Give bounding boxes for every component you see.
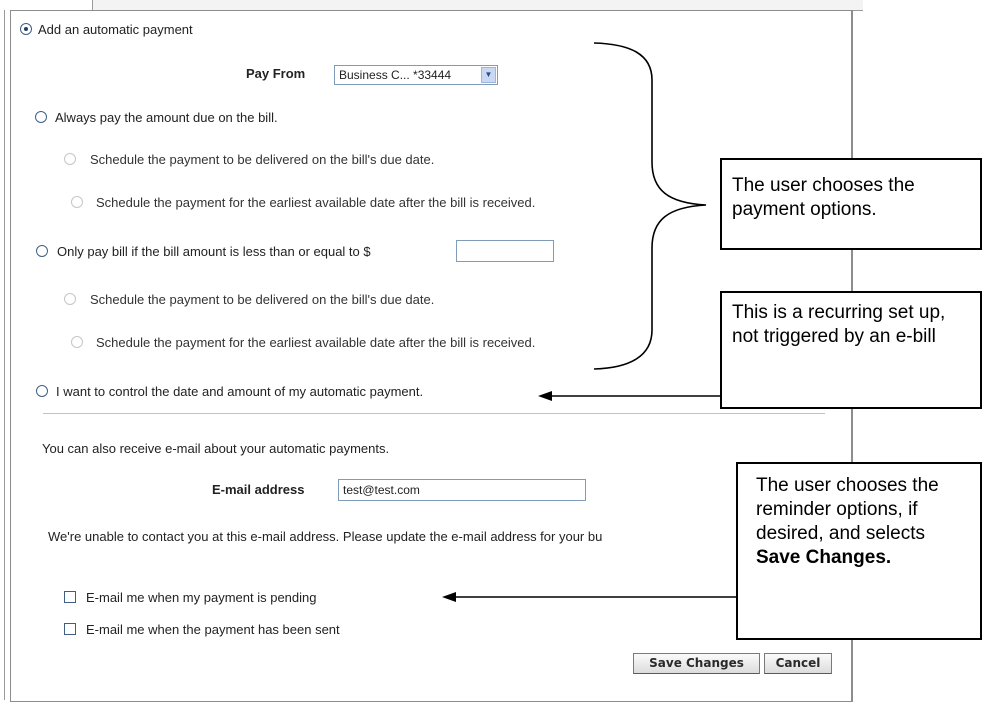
- brace-shape: [593, 42, 707, 370]
- callout-payment-options-text: The user chooses the payment options.: [732, 175, 915, 220]
- callout-recurring-text: This is a recurring set up, not triggere…: [732, 302, 946, 347]
- callout-reminder: The user chooses the reminder options, i…: [736, 462, 982, 640]
- arrowhead-left-icon: [442, 592, 456, 602]
- callout-payment-options: The user chooses the payment options.: [720, 158, 982, 250]
- callout-recurring: This is a recurring set up, not triggere…: [720, 291, 982, 409]
- callout-reminder-text: The user chooses the reminder options, i…: [756, 475, 939, 544]
- callout-reminder-bold: Save Changes.: [756, 547, 892, 568]
- arrowhead-left-icon: [538, 391, 552, 401]
